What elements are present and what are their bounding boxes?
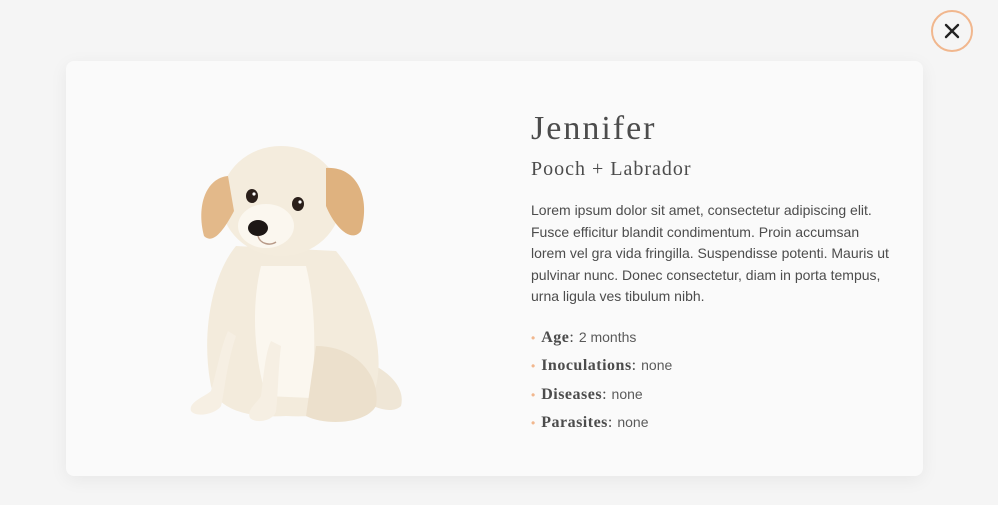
fact-item-inoculations: • Inoculations: none [531,352,896,381]
close-icon [944,23,960,39]
fact-separator: : [631,357,637,374]
fact-label: Inoculations [541,357,632,374]
fact-item-age: • Age: 2 months [531,324,896,353]
fact-value: none [611,385,643,402]
fact-item-parasites: • Parasites: none [531,409,896,438]
fact-value: none [641,357,673,373]
fact-value: none [617,414,649,430]
bullet-icon: • [531,330,536,345]
bullet-icon: • [531,387,536,402]
fact-item-diseases: • Diseases: none [531,381,896,410]
fact-separator: : [602,385,607,403]
fact-value: 2 months [578,328,637,345]
close-button[interactable] [931,10,973,52]
bullet-icon: • [531,359,536,373]
bullet-icon: • [531,416,536,430]
pet-breed: Pooch + Labrador [531,158,692,180]
fact-label: Age [541,328,570,346]
pet-name: Jennifer [531,110,657,147]
pet-facts-list: • Age: 2 months • Inoculations: none • D… [531,324,896,438]
fact-label: Parasites [541,414,608,431]
pet-description: Lorem ipsum dolor sit amet, consectetur … [531,202,889,304]
pet-info: Jennifer Pooch + Labrador Lorem ipsum do… [531,109,896,438]
puppy-photo [190,146,402,422]
fact-separator: : [569,328,574,346]
fact-label: Diseases [541,385,603,403]
pet-details-modal: Jennifer Pooch + Labrador Lorem ipsum do… [66,61,923,476]
fact-separator: : [607,414,613,431]
modal-overlay: Jennifer Pooch + Labrador Lorem ipsum do… [0,0,998,505]
